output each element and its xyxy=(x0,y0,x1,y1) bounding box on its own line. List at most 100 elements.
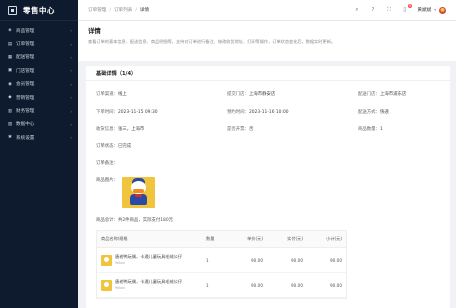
order-field: 配送门店：上海市浦东店 xyxy=(358,91,438,97)
sidebar-item[interactable]: ▦ 配送管理 › xyxy=(0,51,78,64)
delivery-icon: ▦ xyxy=(7,54,13,60)
order-field: 下单时间：2023-11-15 09:30 xyxy=(96,109,227,115)
product-name[interactable]: 唐老鸭玩偶，卡通儿童玩具毛绒公仔 xyxy=(115,254,182,259)
help-icon[interactable]: ? xyxy=(369,7,376,14)
chevron-right-icon: › xyxy=(70,121,72,127)
order-field-value: 张三，上海市 xyxy=(117,127,145,132)
chevron-right-icon: › xyxy=(70,108,72,114)
chevron-right-icon: › xyxy=(70,68,72,74)
order-field-key: 配送门店： xyxy=(358,92,380,97)
sidebar-item-label: 营销管理 xyxy=(16,95,35,101)
order-status: 订单状态：已完成 xyxy=(96,144,132,149)
settings-icon: ✱ xyxy=(8,135,12,141)
sidebar-item-label: 门店管理 xyxy=(16,68,35,74)
order-field-value: 线上 xyxy=(117,92,127,97)
table-row: 唐老鸭玩偶，卡通儿童玩具毛绒公仔 Yellow 1 90.00 90.00 90.00 xyxy=(97,248,346,273)
order-field: 收货信息：张三，上海市 xyxy=(96,126,227,132)
order-field: 配送方式：快递 xyxy=(358,109,438,115)
shop-icon: ▣ xyxy=(7,68,13,74)
column-header-name: 商品名称/规格 xyxy=(101,236,128,241)
sidebar-item-label: 订单管理 xyxy=(16,42,35,48)
sidebar-item[interactable]: ◈ 商品管理 › xyxy=(0,24,78,37)
column-header-price: 单价(元) xyxy=(247,236,263,241)
order-field-key: 提交门店： xyxy=(227,92,249,97)
sidebar-item[interactable]: ▤ 订单管理 › xyxy=(0,37,78,50)
tag-icon: ◈ xyxy=(8,28,12,34)
order-field: 提交门店：上海市静安店 xyxy=(227,91,358,97)
sidebar-item-label: 数据中心 xyxy=(16,122,35,128)
table-row: 唐老鸭玩偶，卡通儿童玩具毛绒公仔 Yellow 1 90.00 90.00 90.00 xyxy=(97,273,346,298)
sidebar: 零售中心 ◈ 商品管理 › ▤ 订单管理 › ▦ 配送管理 › ▣ 门店管理 › ◉ 会员管理 › ◆ 营销管理… xyxy=(0,0,78,308)
price-cell: 90.00 xyxy=(251,282,263,288)
sidebar-item[interactable]: ▥ 财务管理 › xyxy=(0,104,78,117)
order-field-value: 1 xyxy=(379,127,383,132)
product-image-row: 商品图片： xyxy=(96,177,440,208)
order-field-value: 快递 xyxy=(379,109,389,115)
sidebar-item[interactable]: ▧ 数据中心 › xyxy=(0,118,78,131)
fullscreen-icon[interactable]: ⛶ xyxy=(385,7,392,14)
sidebar-item[interactable]: ◉ 会员管理 › xyxy=(0,78,78,91)
sidebar-item[interactable]: ◆ 营销管理 › xyxy=(0,91,78,104)
total-cell: 90.00 xyxy=(330,257,342,263)
column-header-paid: 实付(元) xyxy=(287,236,303,241)
breadcrumb-item-order-list[interactable]: 订单列表 xyxy=(114,7,132,13)
paid-cell: 90.00 xyxy=(291,282,303,288)
order-field-key: 预约时间： xyxy=(227,109,249,115)
breadcrumb-separator: / xyxy=(135,7,137,13)
product-thumbnail[interactable] xyxy=(101,279,112,291)
product-thumbnail[interactable] xyxy=(101,254,112,266)
notification-badge: 9 xyxy=(407,3,413,9)
chevron-right-icon: › xyxy=(70,54,72,60)
column-header-total: 小计(元) xyxy=(326,236,342,241)
sidebar-item-label: 会员管理 xyxy=(16,82,35,88)
finance-icon: ▥ xyxy=(7,108,13,114)
order-field-value: 否 xyxy=(248,127,254,132)
order-field-key: 收货信息： xyxy=(96,127,118,132)
order-field-value: 上海市浦东店 xyxy=(379,92,407,97)
breadcrumb-item-orders[interactable]: 订单管理 xyxy=(88,7,106,13)
chevron-down-icon: ▾ xyxy=(434,8,436,12)
chevron-right-icon: › xyxy=(70,95,72,101)
breadcrumb-item-current: 详情 xyxy=(139,8,150,13)
paid-cell: 90.00 xyxy=(291,257,303,263)
user-name: 黄斌斌 xyxy=(417,8,432,13)
data-icon: ▧ xyxy=(7,121,13,127)
order-detail-card: 基础详情（1/4） 订单渠道：线上 提交门店：上海市静安店 配送门店：上海市浦东店下… xyxy=(86,66,450,308)
order-field: 商品数量：1 xyxy=(358,126,438,132)
sidebar-nav: ◈ 商品管理 › ▤ 订单管理 › ▦ 配送管理 › ▣ 门店管理 › ◉ 会员管理 › ◆ 营销管理 › ▥ 财务管… xyxy=(0,21,78,145)
product-image[interactable] xyxy=(121,177,155,208)
top-bar: 订单管理 / 订单列表 / 详情 ⌕ ? ⛶ ▯ 9 黄斌斌 ▾ xyxy=(78,0,456,21)
goods-table: 商品名称/规格 数量 单价(元) 实付(元) 小计(元) 唐老鸭玩偶，卡通儿童玩… xyxy=(96,230,347,299)
logo-icon xyxy=(8,5,17,15)
bell-icon[interactable]: ▯ 9 xyxy=(401,3,413,14)
sidebar-item-label: 系统设置 xyxy=(16,135,35,141)
page-description: 查看订单的基本信息、配送信息、商品明细等，支持对订单进行备注、修改收货地址、打印… xyxy=(88,39,336,44)
user-menu[interactable]: 黄斌斌 ▾ xyxy=(417,6,446,14)
order-field: 预约时间：2023-11-16 10:00 xyxy=(227,109,358,115)
chevron-right-icon: › xyxy=(70,28,72,34)
breadcrumb-separator: / xyxy=(109,7,111,13)
top-tools: ⌕ ? ⛶ ▯ 9 黄斌斌 ▾ xyxy=(353,3,446,14)
product-spec: Yellow xyxy=(115,285,125,290)
avatar[interactable] xyxy=(439,6,446,14)
product-name[interactable]: 唐老鸭玩偶，卡通儿童玩具毛绒公仔 xyxy=(115,279,182,284)
column-header-qty: 数量 xyxy=(206,236,215,241)
order-field-key: 下单时间： xyxy=(96,109,118,115)
order-field-value: 2023-11-16 10:00 xyxy=(248,109,289,115)
product-image-label: 商品图片： xyxy=(96,178,118,183)
chevron-right-icon: › xyxy=(70,135,72,141)
order-info-grid: 订单渠道：线上 提交门店：上海市静安店 配送门店：上海市浦东店 下单时间：2023-1… xyxy=(96,91,440,132)
breadcrumb: 订单管理 / 订单列表 / 详情 xyxy=(88,7,353,14)
price-cell: 90.00 xyxy=(251,257,263,263)
order-field-value: 2023-11-15 09:30 xyxy=(117,109,158,115)
order-field-key: 配送方式： xyxy=(358,109,380,115)
brand: 零售中心 xyxy=(0,0,78,21)
sidebar-item[interactable]: ✱ 系统设置 › xyxy=(0,131,78,144)
sidebar-item[interactable]: ▣ 门店管理 › xyxy=(0,64,78,77)
order-summary: 商品总计：共2件商品，实际支付180元 xyxy=(96,218,174,223)
member-icon: ◉ xyxy=(8,81,12,87)
product-cell: 唐老鸭玩偶，卡通儿童玩具毛绒公仔 Yellow xyxy=(97,279,202,291)
sidebar-item-label: 商品管理 xyxy=(16,28,35,34)
search-icon[interactable]: ⌕ xyxy=(353,7,360,14)
page-title: 详情 xyxy=(88,27,101,35)
